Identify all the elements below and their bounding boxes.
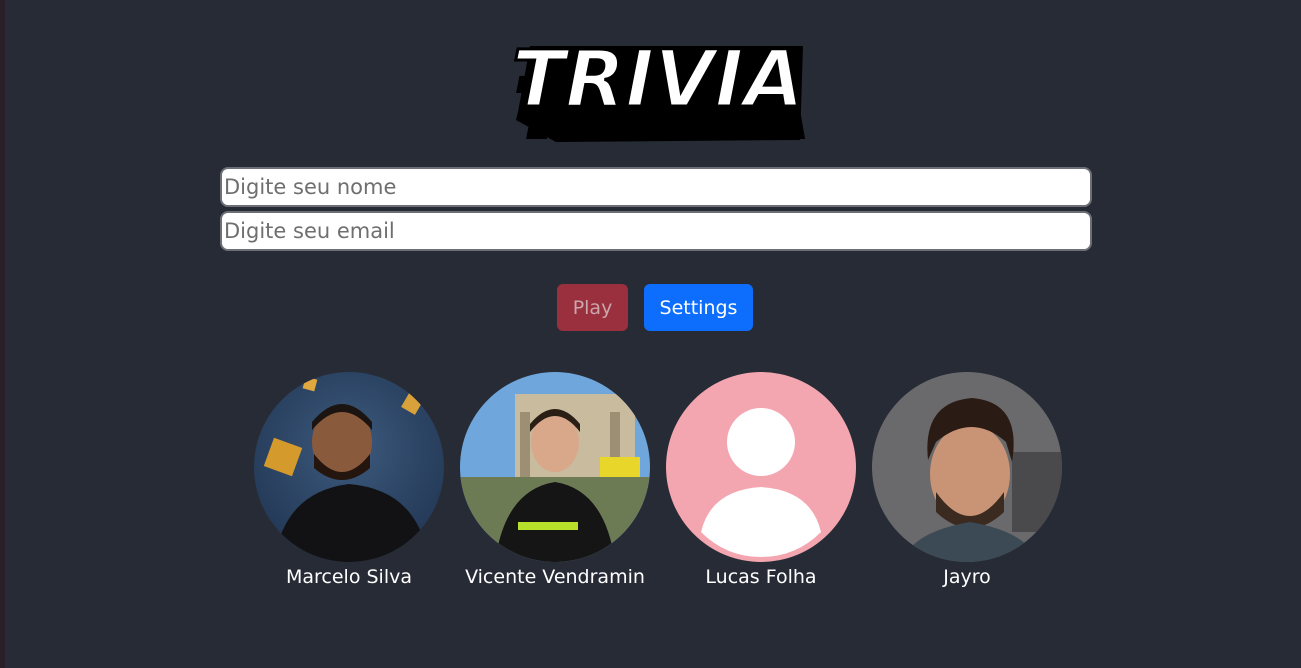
settings-button[interactable]: Settings [644, 284, 753, 331]
play-button[interactable]: Play [557, 284, 628, 331]
avatar [872, 372, 1062, 562]
name-input[interactable] [220, 167, 1092, 207]
avatar [254, 372, 444, 562]
team-section: Marcelo Silva Vicente Vendramin Lucas Fo… [246, 372, 1076, 602]
trivia-logo: TRIVIA TRIVIA [508, 40, 808, 150]
member-name: Marcelo Silva [285, 566, 412, 588]
team-member: Vicente Vendramin [452, 372, 658, 588]
team-member: Lucas Folha [658, 372, 864, 588]
login-page: TRIVIA TRIVIA Play Settings [5, 0, 1301, 668]
member-name: Lucas Folha [705, 566, 817, 588]
default-user-icon [666, 372, 856, 562]
email-input[interactable] [220, 211, 1092, 251]
avatar [460, 372, 650, 562]
team-member: Marcelo Silva [246, 372, 452, 588]
team-member: Jayro [864, 372, 1070, 588]
logo-lettering: TRIVIA [512, 40, 804, 125]
member-name: Jayro [943, 566, 991, 588]
member-name: Vicente Vendramin [465, 566, 645, 588]
